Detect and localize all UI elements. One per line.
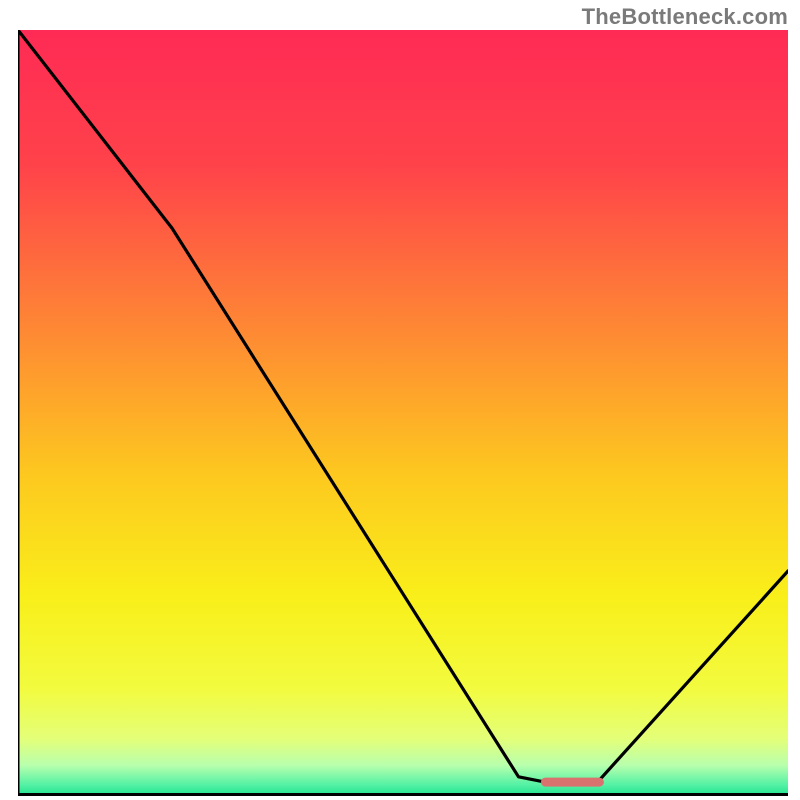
- chart-svg: [18, 30, 788, 796]
- bottleneck-chart: [18, 30, 788, 796]
- watermark-text: TheBottleneck.com: [582, 4, 788, 30]
- gradient-background: [18, 30, 788, 796]
